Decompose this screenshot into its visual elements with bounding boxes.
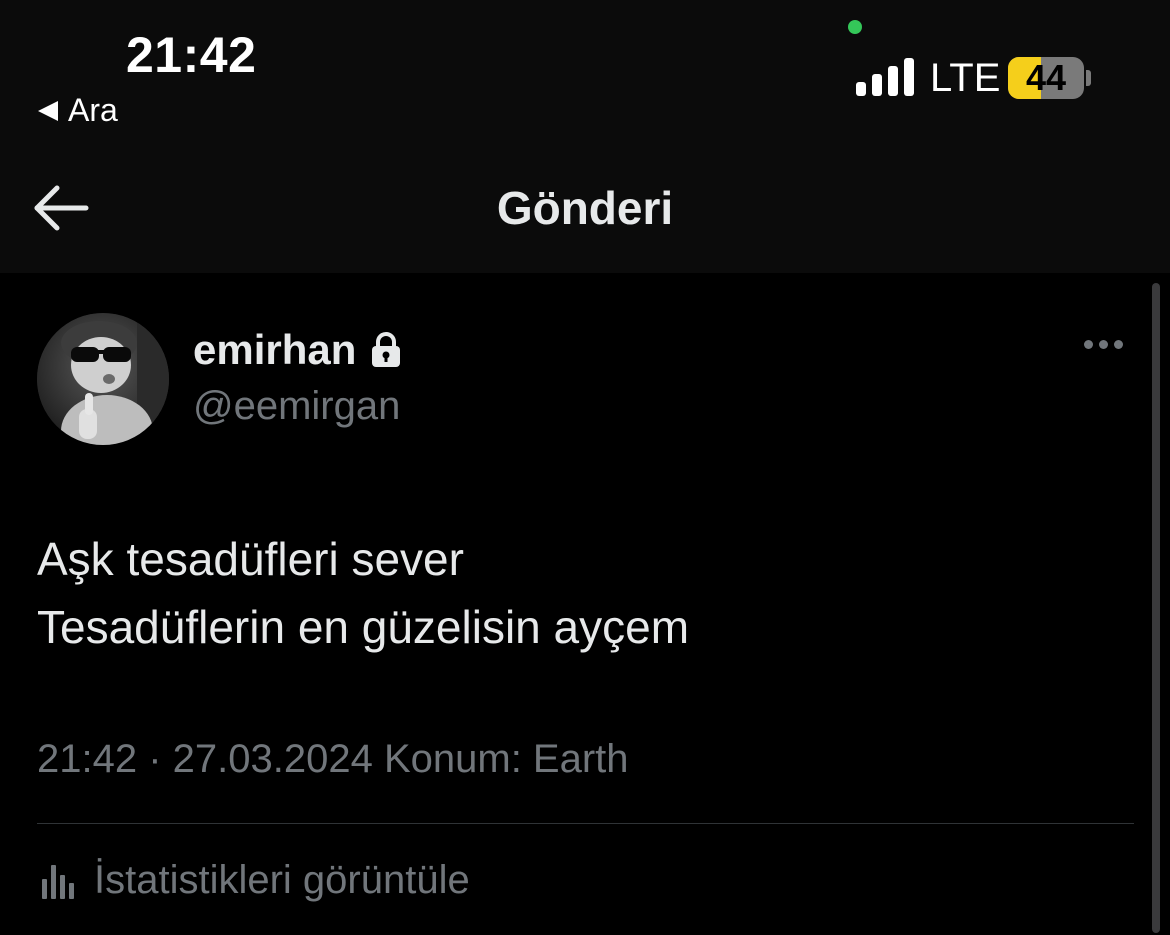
back-to-app-button[interactable]: Ara [38,92,118,129]
lock-icon [372,332,401,367]
signal-icon [856,58,914,96]
battery-level: 44 [1025,57,1067,98]
post-text: Aşk tesadüfleri sever Tesadüflerin en gü… [37,525,689,661]
avatar-photo [37,313,169,445]
divider [37,823,1134,824]
battery-cap [1086,70,1091,86]
status-time: 21:42 [126,27,257,83]
post-text-line: Aşk tesadüfleri sever [37,533,464,585]
author-handle[interactable]: @eemirgan [193,384,400,429]
author-display-name[interactable]: emirhan [193,326,356,374]
back-triangle-icon [38,100,58,121]
view-stats-button[interactable]: İstatistikleri görüntüle [40,858,470,903]
author-name-row[interactable]: emirhan [193,326,402,374]
analytics-icon [42,864,74,899]
back-to-app-label: Ara [68,92,118,128]
post-text-line: Tesadüflerin en güzelisin ayçem [37,601,690,653]
top-navigation: Gönderi [0,145,1170,273]
scrollbar[interactable] [1152,283,1160,933]
status-bar: 21:42 Ara LTE 44 [0,0,1170,145]
view-stats-label: İstatistikleri görüntüle [94,858,470,902]
battery-icon: 44 [1008,57,1084,99]
camera-indicator-icon [848,20,862,34]
avatar[interactable] [37,313,169,445]
post-meta: 21:42 · 27.03.2024 Konum: Earth [37,737,629,781]
page-title: Gönderi [496,182,674,234]
more-options-button[interactable] [1084,340,1123,349]
more-dots-icon [1084,340,1093,349]
network-type: LTE [930,56,1001,100]
